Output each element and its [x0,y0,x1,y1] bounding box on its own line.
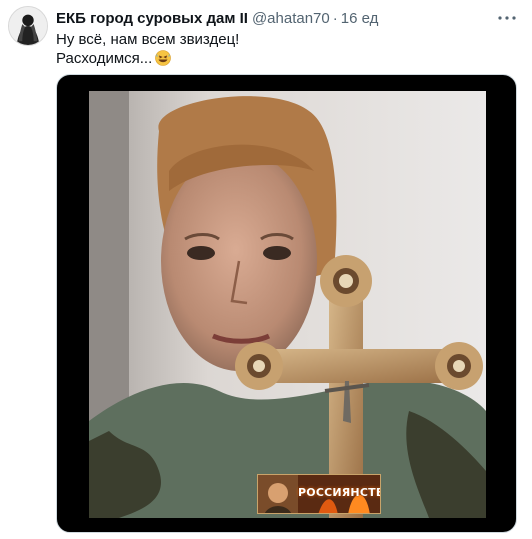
display-name[interactable]: ЕКБ город суровых дам II [56,10,248,27]
tweet-header: ЕКБ город суровых дам II @ahatan70 · 16 … [56,8,492,28]
watermark-text: РОССИЯНСТВО [298,486,380,499]
tweet-text-line-2-label: Расходимся... [56,50,153,67]
video-media[interactable]: РОССИЯНСТВО [56,74,517,533]
tweet[interactable]: ЕКБ город суровых дам II @ahatan70 · 16 … [0,0,532,539]
timestamp[interactable]: 16 ед [341,10,379,27]
tweet-text-line-1: Ну всё, нам всем звиздец! [56,31,240,48]
video-still-image [89,91,486,518]
avatar-image [9,7,47,45]
video-frame[interactable]: РОССИЯНСТВО [89,91,486,518]
avatar[interactable] [8,6,48,46]
rolling-on-floor-laughing-emoji-icon [155,50,172,66]
handle[interactable]: @ahatan70 [252,10,330,27]
watermark-banner: РОССИЯНСТВО [257,474,381,514]
tweet-text-line-2: Расходимся... [56,49,239,68]
separator-dot: · [332,9,338,27]
tweet-text: Ну всё, нам всем звиздец! Расходимся... [56,30,239,68]
more-options-icon[interactable] [496,8,518,28]
